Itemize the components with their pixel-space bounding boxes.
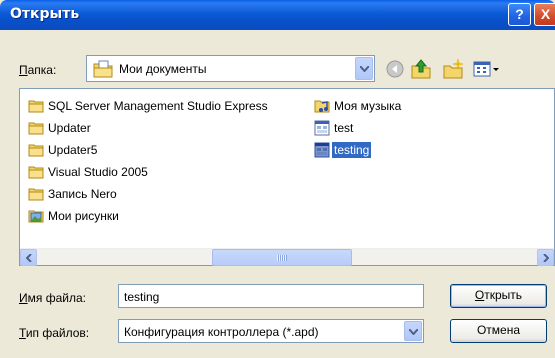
item-label: Updater bbox=[48, 121, 91, 135]
filetype-label: Тип файлов: bbox=[19, 326, 90, 340]
filename-label: Имя файла: bbox=[19, 291, 86, 305]
scroll-thumb[interactable] bbox=[212, 249, 352, 266]
close-button[interactable]: X bbox=[534, 3, 555, 26]
item-label: Visual Studio 2005 bbox=[48, 165, 148, 179]
item-label: SQL Server Management Studio Express bbox=[48, 99, 268, 113]
new-folder-icon[interactable] bbox=[442, 58, 464, 80]
up-folder-icon[interactable] bbox=[410, 58, 432, 80]
item-label: Запись Nero bbox=[48, 187, 117, 201]
open-dialog: Открыть ? X Папка: Мои документы SQL Ser… bbox=[0, 0, 555, 358]
view-menu-icon[interactable] bbox=[472, 58, 499, 80]
chevron-down-icon bbox=[360, 66, 369, 72]
filename-value: testing bbox=[124, 290, 160, 304]
filetype-combo[interactable]: Конфигурация контроллера (*.apd) bbox=[118, 319, 424, 343]
horizontal-scrollbar[interactable] bbox=[20, 248, 554, 266]
config-file-icon bbox=[314, 120, 330, 136]
folder-icon bbox=[28, 98, 44, 114]
lookin-dropdown-button[interactable] bbox=[355, 57, 373, 80]
folder-icon bbox=[28, 164, 44, 180]
window-title: Открыть bbox=[10, 6, 80, 22]
item-label: test bbox=[334, 121, 354, 135]
chevron-left-icon bbox=[26, 254, 32, 262]
open-button[interactable]: Открыть bbox=[450, 284, 547, 308]
item-label: Мои рисунки bbox=[48, 209, 119, 223]
scroll-left-button[interactable] bbox=[20, 249, 37, 266]
item-label: testing bbox=[332, 142, 372, 158]
cancel-button[interactable]: Отмена bbox=[450, 319, 547, 343]
my-documents-icon bbox=[93, 60, 113, 81]
filetype-dropdown-button[interactable] bbox=[404, 321, 422, 341]
lookin-combo[interactable]: Мои документы bbox=[86, 55, 375, 82]
chevron-right-icon bbox=[543, 254, 549, 262]
music-folder-icon bbox=[314, 98, 330, 114]
lookin-value: Мои документы bbox=[119, 62, 207, 76]
lookin-label: Папка: bbox=[19, 63, 57, 77]
pictures-folder-icon bbox=[28, 208, 44, 224]
item-label: Updater5 bbox=[48, 143, 98, 157]
file-list[interactable]: SQL Server Management Studio Express Upd… bbox=[19, 88, 555, 266]
filetype-value: Конфигурация контроллера (*.apd) bbox=[124, 325, 319, 339]
folder-icon bbox=[28, 186, 44, 202]
item-label: Моя музыка bbox=[334, 99, 402, 113]
folder-icon bbox=[28, 120, 44, 136]
folder-icon bbox=[28, 142, 44, 158]
title-bar[interactable]: Открыть ? X bbox=[0, 0, 555, 30]
scroll-right-button[interactable] bbox=[537, 249, 554, 266]
help-button[interactable]: ? bbox=[508, 3, 531, 26]
chevron-down-icon bbox=[409, 329, 418, 335]
back-icon[interactable] bbox=[384, 58, 406, 80]
filename-input[interactable]: testing bbox=[118, 284, 424, 308]
config-file-icon bbox=[314, 142, 330, 158]
